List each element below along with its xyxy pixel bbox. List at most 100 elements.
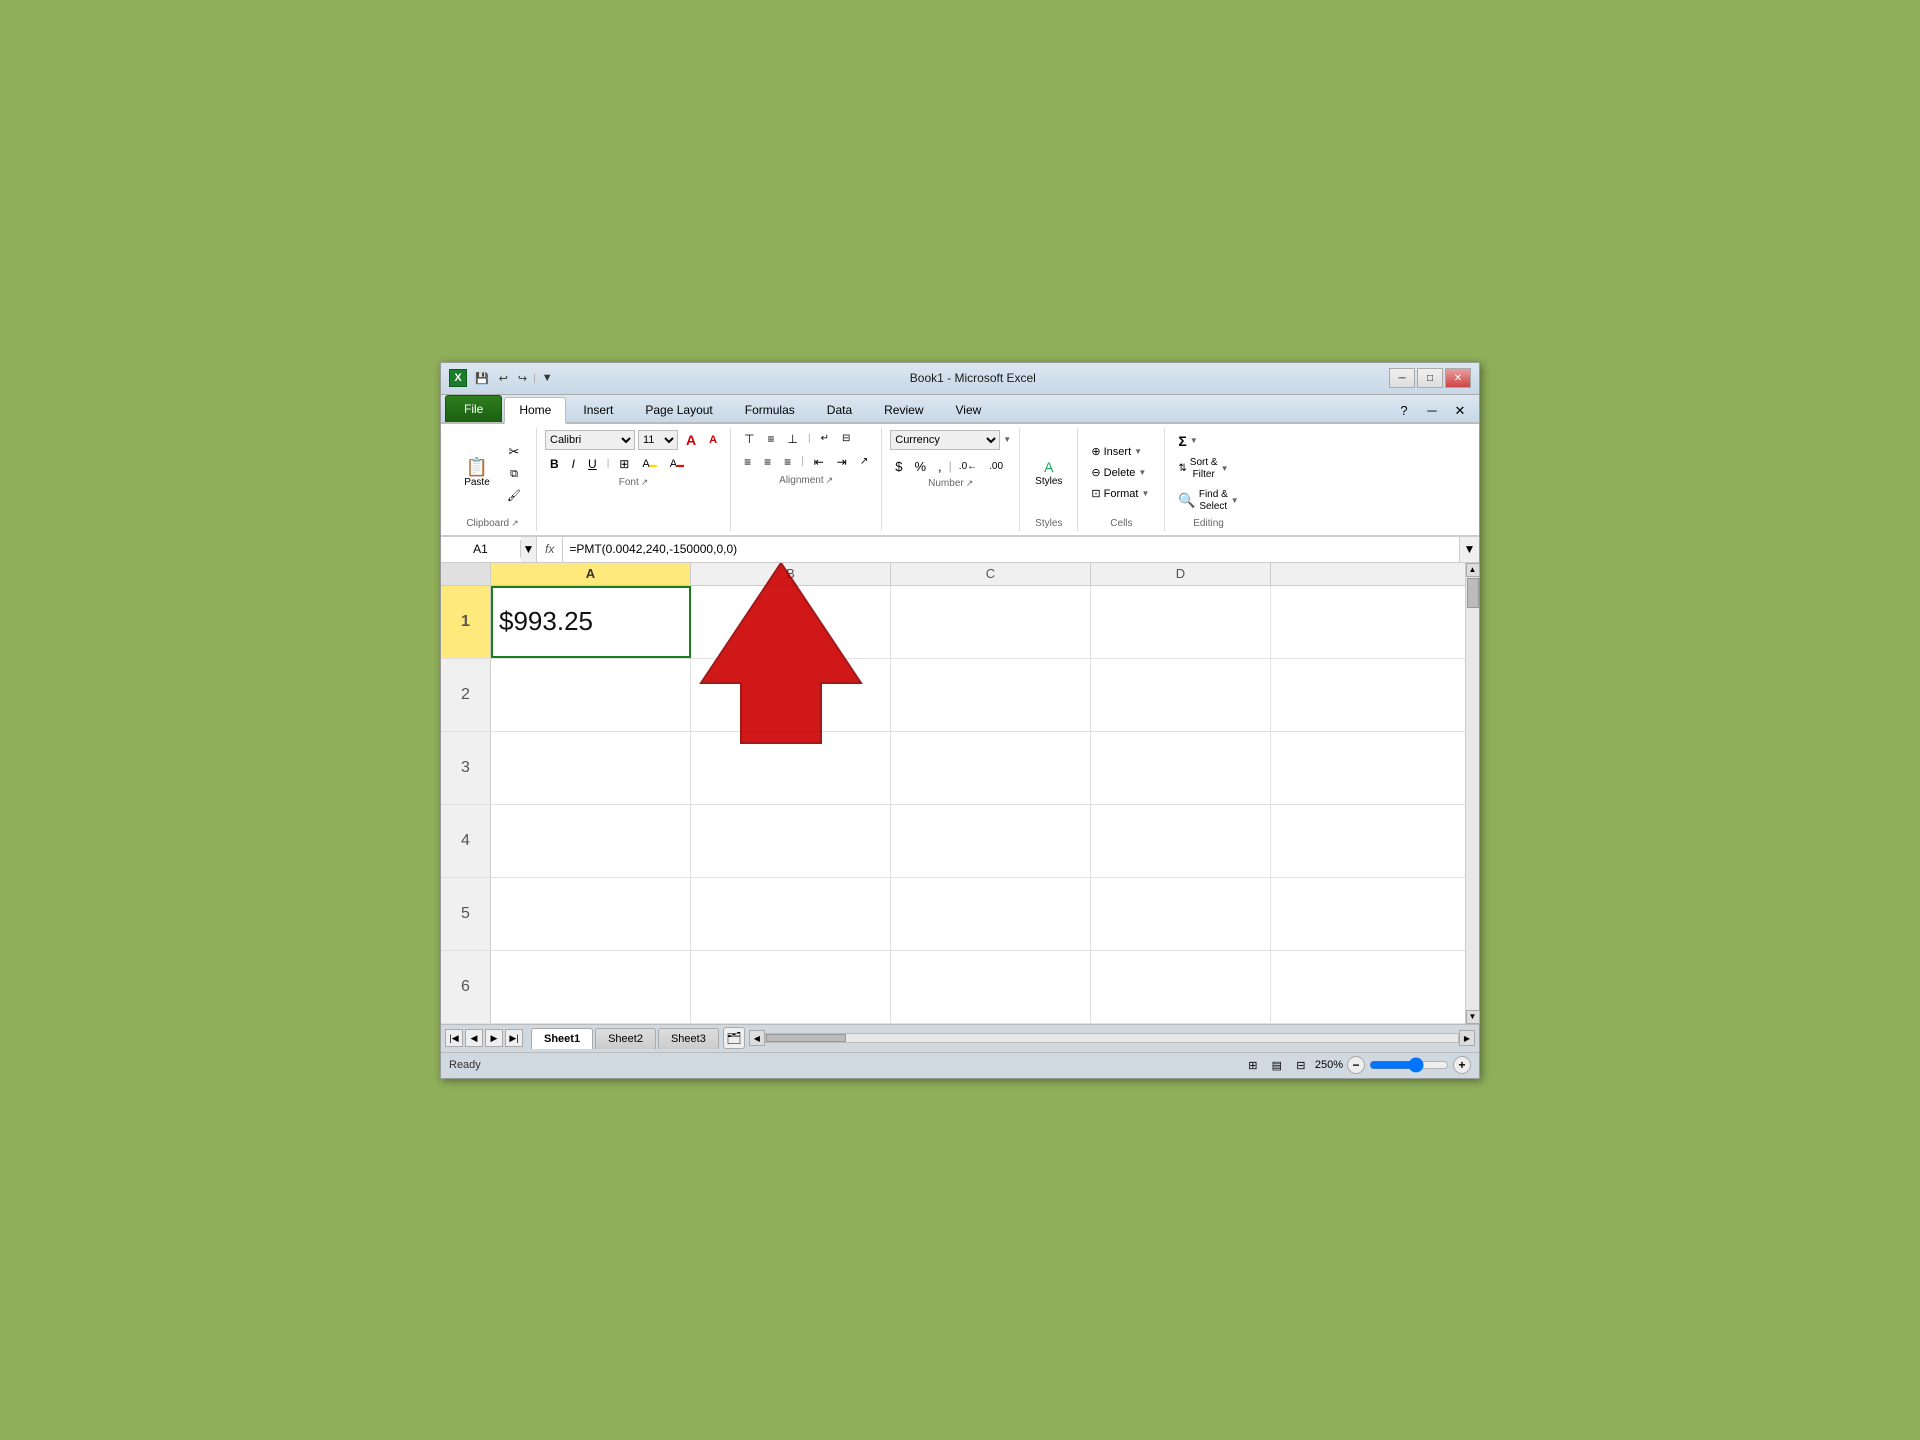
cell-C3[interactable] bbox=[891, 732, 1091, 804]
new-sheet-button[interactable]: 🗂 bbox=[723, 1027, 745, 1049]
align-middle-button[interactable]: ≡ bbox=[763, 430, 780, 448]
col-header-D[interactable]: D bbox=[1091, 563, 1271, 585]
number-expand-icon[interactable]: ↗ bbox=[966, 478, 974, 489]
scroll-left-button[interactable]: ◀ bbox=[749, 1030, 765, 1046]
cell-A2[interactable] bbox=[491, 659, 691, 731]
normal-view-button[interactable]: ⊞ bbox=[1243, 1056, 1263, 1074]
cell-C5[interactable] bbox=[891, 878, 1091, 950]
tab-review[interactable]: Review bbox=[869, 397, 938, 422]
scroll-down-button[interactable]: ▼ bbox=[1466, 1010, 1480, 1024]
maximize-button[interactable]: □ bbox=[1417, 368, 1443, 388]
cell-C1[interactable] bbox=[891, 586, 1091, 658]
tab-file[interactable]: File bbox=[445, 395, 502, 422]
font-color-button[interactable]: A▬ bbox=[665, 456, 689, 472]
sheet-tab-sheet1[interactable]: Sheet1 bbox=[531, 1028, 593, 1049]
sheet-last-button[interactable]: ▶| bbox=[505, 1029, 523, 1047]
cell-B3[interactable] bbox=[691, 732, 891, 804]
cell-B2[interactable] bbox=[691, 659, 891, 731]
decrease-decimal-button[interactable]: .0← bbox=[954, 459, 982, 474]
sort-filter-button[interactable]: ⇅ Sort & Filter ▼ bbox=[1173, 454, 1243, 484]
cell-B4[interactable] bbox=[691, 805, 891, 877]
sheet-next-button[interactable]: ▶ bbox=[485, 1029, 503, 1047]
cell-A3[interactable] bbox=[491, 732, 691, 804]
currency-button[interactable]: $ bbox=[890, 457, 907, 476]
increase-indent-button[interactable]: ⇥ bbox=[832, 453, 852, 471]
cell-D5[interactable] bbox=[1091, 878, 1271, 950]
customize-qa-button[interactable]: ▼ bbox=[538, 370, 557, 386]
zoom-in-button[interactable]: + bbox=[1453, 1056, 1471, 1074]
bold-button[interactable]: B bbox=[545, 455, 564, 473]
sheet-first-button[interactable]: |◀ bbox=[445, 1029, 463, 1047]
sheet-prev-button[interactable]: ◀ bbox=[465, 1029, 483, 1047]
border-button[interactable]: ⊞ bbox=[614, 455, 634, 473]
zoom-slider[interactable] bbox=[1369, 1059, 1449, 1071]
redo-button[interactable]: ↪ bbox=[514, 370, 531, 387]
cut-button[interactable]: ✂ bbox=[500, 441, 528, 463]
undo-button[interactable]: ↩ bbox=[495, 370, 512, 387]
cell-A6[interactable] bbox=[491, 951, 691, 1023]
minimize-ribbon-icon[interactable]: ─ bbox=[1421, 400, 1443, 422]
cell-D6[interactable] bbox=[1091, 951, 1271, 1023]
row-header-4[interactable]: 4 bbox=[441, 805, 491, 877]
italic-button[interactable]: I bbox=[567, 455, 580, 473]
scroll-right-button[interactable]: ▶ bbox=[1459, 1030, 1475, 1046]
cell-D3[interactable] bbox=[1091, 732, 1271, 804]
autosum-button[interactable]: Σ ▼ bbox=[1173, 430, 1243, 452]
font-expand-icon[interactable]: ↗ bbox=[641, 477, 649, 488]
increase-decimal-button[interactable]: .00 bbox=[984, 459, 1008, 474]
name-box[interactable]: A1 bbox=[441, 540, 521, 558]
cell-C2[interactable] bbox=[891, 659, 1091, 731]
fill-color-button[interactable]: A▬ bbox=[637, 456, 661, 472]
name-box-dropdown[interactable]: ▼ bbox=[521, 537, 537, 562]
cell-B6[interactable] bbox=[691, 951, 891, 1023]
align-top-button[interactable]: ⊤ bbox=[739, 430, 759, 448]
row-header-5[interactable]: 5 bbox=[441, 878, 491, 950]
cell-A1[interactable]: $993.25 bbox=[491, 586, 691, 658]
merge-center-button[interactable]: ⊟ bbox=[837, 431, 855, 446]
tab-data[interactable]: Data bbox=[812, 397, 867, 422]
col-header-B[interactable]: B bbox=[691, 563, 891, 585]
cell-A4[interactable] bbox=[491, 805, 691, 877]
minimize-button[interactable]: ─ bbox=[1389, 368, 1415, 388]
align-left-button[interactable]: ≡ bbox=[739, 453, 756, 471]
sheet-tab-sheet3[interactable]: Sheet3 bbox=[658, 1028, 719, 1049]
h-scroll-thumb[interactable] bbox=[766, 1034, 846, 1042]
underline-button[interactable]: U bbox=[583, 455, 602, 473]
row-header-3[interactable]: 3 bbox=[441, 732, 491, 804]
scroll-up-button[interactable]: ▲ bbox=[1466, 563, 1480, 577]
align-bottom-button[interactable]: ⊥ bbox=[783, 430, 803, 448]
cell-D1[interactable] bbox=[1091, 586, 1271, 658]
number-format-select[interactable]: Currency bbox=[890, 430, 1000, 450]
cell-D2[interactable] bbox=[1091, 659, 1271, 731]
cell-B1[interactable] bbox=[691, 586, 891, 658]
find-select-button[interactable]: 🔍 Find & Select ▼ bbox=[1173, 486, 1243, 516]
cell-A5[interactable] bbox=[491, 878, 691, 950]
increase-font-button[interactable]: A bbox=[681, 430, 701, 450]
align-right-button[interactable]: ≡ bbox=[779, 453, 796, 471]
fx-button[interactable]: fx bbox=[537, 537, 563, 562]
cell-C6[interactable] bbox=[891, 951, 1091, 1023]
formula-bar-scroll[interactable]: ▼ bbox=[1459, 537, 1479, 562]
tab-formulas[interactable]: Formulas bbox=[730, 397, 810, 422]
sheet-tab-sheet2[interactable]: Sheet2 bbox=[595, 1028, 656, 1049]
vertical-scrollbar[interactable]: ▲ ▼ bbox=[1465, 563, 1479, 1024]
cell-B5[interactable] bbox=[691, 878, 891, 950]
row-header-2[interactable]: 2 bbox=[441, 659, 491, 731]
comma-button[interactable]: , bbox=[933, 457, 947, 476]
format-painter-button[interactable]: 🖌 bbox=[500, 486, 528, 505]
page-break-view-button[interactable]: ⊟ bbox=[1291, 1056, 1311, 1074]
tab-home[interactable]: Home bbox=[504, 397, 566, 424]
zoom-out-button[interactable]: − bbox=[1347, 1056, 1365, 1074]
close-button[interactable]: ✕ bbox=[1445, 368, 1471, 388]
percent-button[interactable]: % bbox=[909, 457, 931, 476]
col-header-A[interactable]: A bbox=[491, 563, 691, 585]
row-header-6[interactable]: 6 bbox=[441, 951, 491, 1023]
close-ribbon-icon[interactable]: ✕ bbox=[1449, 400, 1471, 422]
row-header-1[interactable]: 1 bbox=[441, 586, 491, 658]
tab-page-layout[interactable]: Page Layout bbox=[630, 397, 727, 422]
tab-insert[interactable]: Insert bbox=[568, 397, 628, 422]
font-size-select[interactable]: 11 bbox=[638, 430, 678, 450]
help-icon[interactable]: ? bbox=[1393, 400, 1415, 422]
format-cells-button[interactable]: ⊡ Format ▼ bbox=[1086, 484, 1156, 503]
styles-button[interactable]: A Styles bbox=[1028, 454, 1069, 492]
